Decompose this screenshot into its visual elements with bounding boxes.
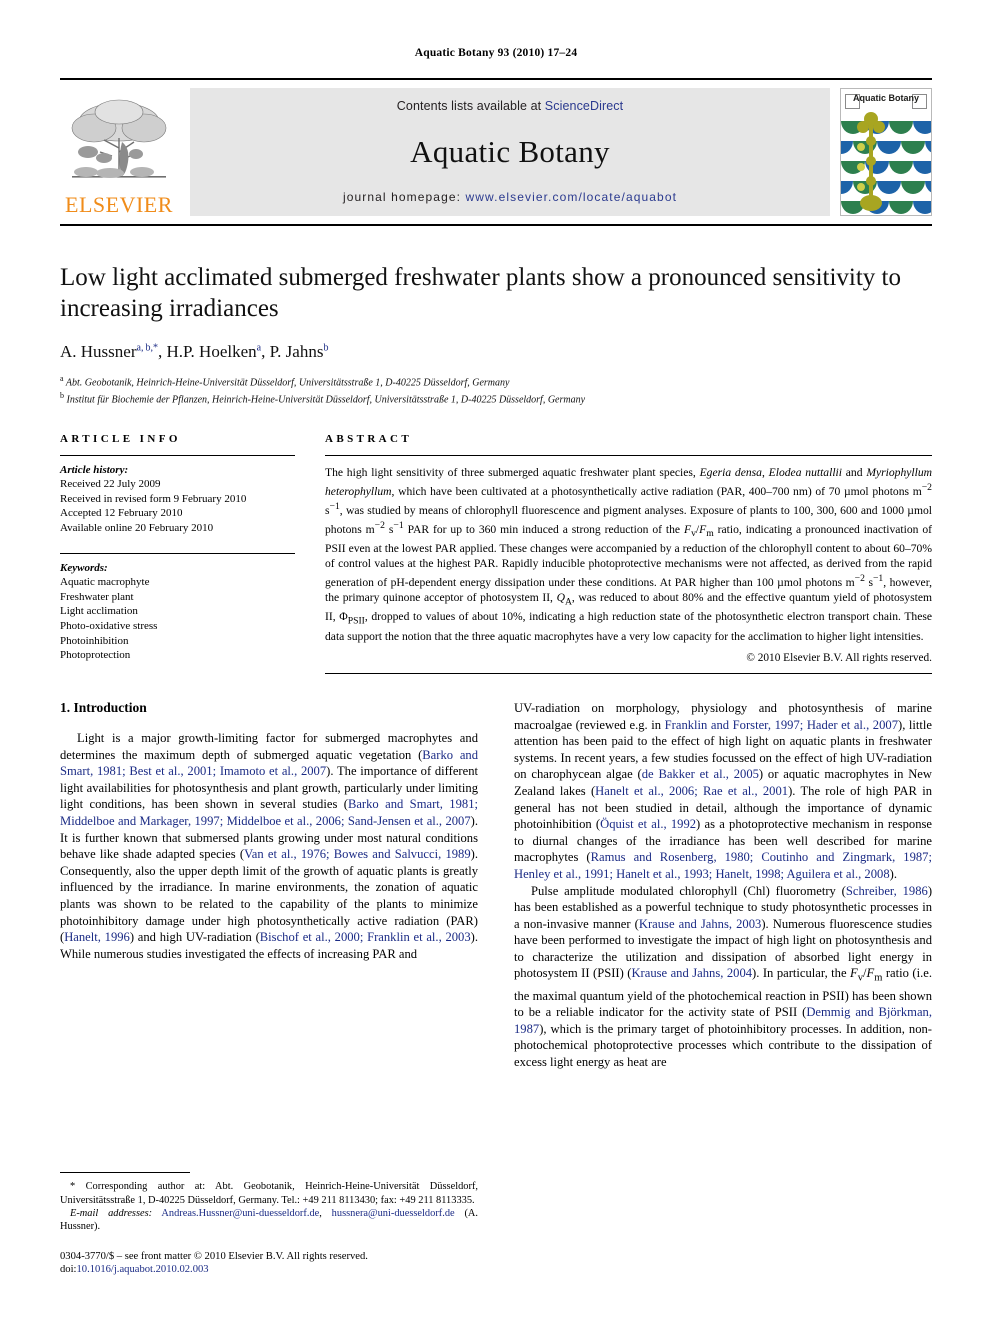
affiliation-a-marker: a bbox=[60, 374, 64, 383]
corresponding-author-note: * Corresponding author at: Abt. Geobotan… bbox=[60, 1181, 478, 1206]
running-head: Aquatic Botany 93 (2010) 17–24 bbox=[414, 47, 578, 59]
keyword-item: Photoprotection bbox=[60, 649, 131, 662]
article-info-heading: ARTICLE INFO bbox=[60, 432, 181, 445]
body-column-right: UV-radiation on morphology, physiology a… bbox=[514, 700, 932, 1071]
journal-masthead: ELSEVIER Contents lists available at Sci… bbox=[60, 78, 932, 216]
contents-prefix: Contents lists available at bbox=[396, 99, 545, 113]
article-history-item: Received in revised form 9 February 2010 bbox=[60, 492, 247, 505]
elsevier-tree-icon bbox=[71, 99, 167, 178]
affiliations: a Abt. Geobotanik, Heinrich-Heine-Univer… bbox=[60, 372, 932, 407]
author-list: A. Hussnera, b,*, H.P. Hoelkena, P. Jahn… bbox=[60, 342, 329, 361]
homepage-prefix: journal homepage: bbox=[342, 190, 466, 204]
doi-line: doi:10.1016/j.aquabot.2010.02.003 bbox=[60, 1264, 209, 1276]
keywords-block: Keywords: Aquatic macrophyte Freshwater … bbox=[60, 554, 295, 663]
body-columns: 1. Introduction Light is a major growth-… bbox=[60, 700, 932, 1071]
footnote-rule bbox=[60, 1172, 190, 1174]
cover-title: Aquatic Botany bbox=[852, 93, 919, 103]
intro-paragraph-right-2: Pulse amplitude modulated chlorophyll (C… bbox=[514, 883, 933, 1069]
article-history-item: Accepted 12 February 2010 bbox=[60, 507, 183, 520]
author-3: P. Jahns bbox=[269, 342, 324, 361]
keyword-item: Photoinhibition bbox=[60, 634, 129, 647]
homepage-url-link[interactable]: www.elsevier.com/locate/aquabot bbox=[466, 190, 678, 204]
affiliation-a: a Abt. Geobotanik, Heinrich-Heine-Univer… bbox=[60, 372, 932, 389]
issn-line: 0304-3770/$ – see front matter © 2010 El… bbox=[60, 1250, 368, 1262]
journal-title: Aquatic Botany bbox=[410, 133, 610, 169]
abstract-column: ABSTRACT The high light sensitivity of t… bbox=[313, 433, 932, 674]
affiliation-b: b Institut für Biochemie der Pflanzen, H… bbox=[60, 389, 932, 406]
abstract-heading: ABSTRACT bbox=[325, 432, 413, 445]
keywords-label: Keywords: bbox=[60, 561, 108, 574]
author-3-affil-marker: b bbox=[323, 342, 329, 354]
contents-list-line: Contents lists available at ScienceDirec… bbox=[397, 99, 623, 113]
footnote-block: * Corresponding author at: Abt. Geobotan… bbox=[60, 1172, 478, 1277]
issn-copyright-block: 0304-3770/$ – see front matter © 2010 El… bbox=[60, 1250, 478, 1277]
elsevier-wordmark: ELSEVIER bbox=[65, 192, 173, 217]
author-2-affil-marker: a bbox=[256, 342, 262, 354]
affiliation-a-text: Abt. Geobotanik, Heinrich-Heine-Universi… bbox=[65, 377, 510, 389]
abstract-bottom-rule bbox=[325, 672, 932, 674]
keyword-item: Photo-oxidative stress bbox=[60, 620, 158, 632]
journal-homepage-line: journal homepage: www.elsevier.com/locat… bbox=[343, 190, 677, 204]
keyword-item: Light acclimation bbox=[60, 605, 138, 618]
article-history-item: Available online 20 February 2010 bbox=[60, 522, 214, 535]
journal-band: Contents lists available at ScienceDirec… bbox=[190, 88, 830, 216]
elsevier-logo: ELSEVIER bbox=[60, 88, 178, 216]
paper-page: Aquatic Botany 93 (2010) 17–24 ELSEVIER … bbox=[0, 0, 992, 1323]
sciencedirect-link[interactable]: ScienceDirect bbox=[545, 99, 623, 113]
intro-paragraph-right-1: UV-radiation on morphology, physiology a… bbox=[514, 700, 933, 881]
keyword-item: Aquatic macrophyte bbox=[60, 576, 150, 589]
affiliation-b-text: Institut für Biochemie der Pflanzen, Hei… bbox=[66, 394, 586, 406]
page-title: Low light acclimated submerged freshwate… bbox=[60, 264, 902, 322]
body-column-left: 1. Introduction Light is a major growth-… bbox=[60, 700, 478, 962]
author-2: H.P. Hoelken bbox=[166, 342, 257, 361]
section-heading-introduction: 1. Introduction bbox=[60, 699, 147, 715]
email-addresses-note: E-mail addresses: Andreas.Hussner@uni-du… bbox=[60, 1208, 478, 1233]
affiliation-b-marker: b bbox=[60, 391, 64, 401]
author-1-affil-marker: a, b,* bbox=[136, 342, 158, 354]
journal-cover-thumbnail: Aquatic Botany bbox=[840, 88, 932, 216]
masthead-bottom-rule bbox=[60, 224, 932, 226]
author-1: A. Hussner bbox=[60, 342, 137, 361]
info-abstract-region: ARTICLE INFO Article history: Received 2… bbox=[60, 433, 932, 674]
article-history-label: Article history: bbox=[60, 463, 129, 476]
article-history-block: Article history: Received 22 July 2009 R… bbox=[60, 456, 295, 536]
article-info-column: ARTICLE INFO Article history: Received 2… bbox=[60, 433, 313, 663]
abstract-copyright: © 2010 Elsevier B.V. All rights reserved… bbox=[746, 651, 932, 664]
abstract-text: The high light sensitivity of three subm… bbox=[325, 465, 933, 643]
article-history-item: Received 22 July 2009 bbox=[60, 478, 161, 491]
intro-paragraph-left: Light is a major growth-limiting factor … bbox=[60, 730, 478, 961]
keyword-item: Freshwater plant bbox=[60, 590, 134, 603]
